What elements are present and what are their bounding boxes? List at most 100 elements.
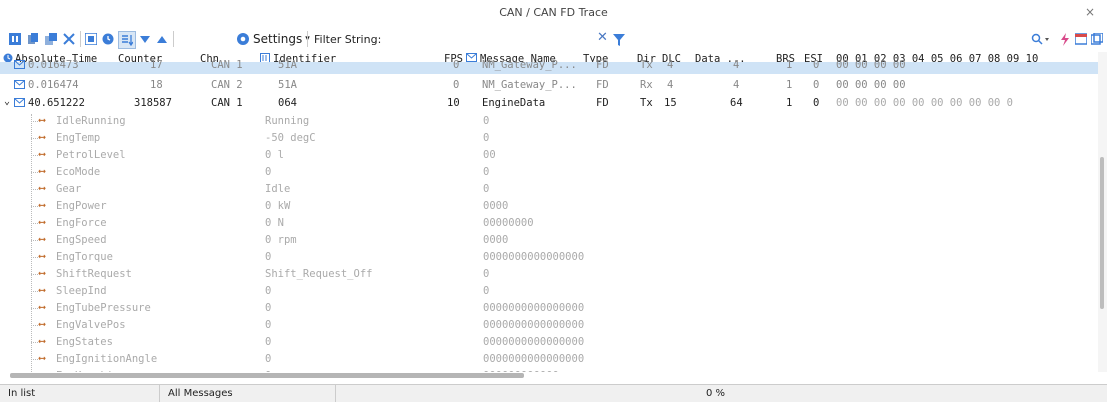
chevron-down-icon[interactable]: ⌄ (4, 96, 10, 107)
signal-row[interactable]: ⟷ IdleRunning Running 0 (0, 112, 1107, 130)
signal-row[interactable]: ⟷ Gear Idle 0 (0, 180, 1107, 198)
signal-icon: ⟷ (39, 251, 46, 262)
signal-name: EngSpeed (56, 234, 107, 246)
signal-name: EcoMode (56, 166, 101, 178)
signal-icon: ⟷ (39, 217, 46, 228)
tree-branch (31, 240, 38, 241)
filter-down-icon[interactable] (138, 31, 152, 47)
signal-row[interactable]: ⟷ ShiftRequest Shift_Request_Off 0 (0, 265, 1107, 283)
signal-name: EngTorque (56, 251, 113, 263)
search-icon[interactable] (1030, 31, 1052, 47)
signal-row[interactable]: ⟷ SleepInd 0 0 (0, 282, 1107, 300)
vertical-scrollbar[interactable] (1098, 52, 1107, 372)
row-dir: Tx (640, 97, 653, 109)
signal-row[interactable]: ⟷ EngTorque 0 0000000000000000 (0, 248, 1107, 266)
arrow-up-icon[interactable] (155, 31, 169, 47)
signal-row[interactable]: ⟷ EngForce 0 N 00000000 (0, 214, 1107, 232)
row-data-length: 4 (733, 79, 740, 91)
signal-physical-value: 0 (265, 251, 272, 263)
trace-row[interactable]: 0.016473 17 CAN 1 51A 0 NM_Gateway_P... … (0, 59, 1107, 74)
funnel-icon[interactable] (613, 32, 625, 51)
filter-string-input[interactable] (392, 29, 591, 49)
signal-row[interactable]: ⟷ EngIgnitionAngle 0 0000000000000000 (0, 350, 1107, 368)
trace-row[interactable]: 0.016474 18 CAN 2 51A 0 NM_Gateway_P... … (0, 76, 1107, 94)
signal-physical-value: Idle (265, 183, 291, 195)
row-channel: CAN 2 (211, 79, 243, 91)
pause-icon[interactable] (8, 31, 22, 47)
tree-branch (31, 155, 38, 156)
vertical-scroll-thumb[interactable] (1100, 157, 1104, 309)
row-data-bytes: 00 00 00 00 (836, 59, 906, 71)
status-bus-load: 0 % (706, 388, 726, 399)
settings-button[interactable]: Settings ▾ (236, 32, 310, 46)
chronological-view-icon[interactable] (84, 31, 98, 47)
row-brs: 1 (786, 97, 793, 109)
signal-row[interactable]: ⟷ EngStates 0 0000000000000000 (0, 333, 1107, 351)
gear-icon (237, 33, 249, 45)
export-icon[interactable] (44, 31, 58, 47)
message-icon (14, 80, 25, 92)
signal-raw-value: 0000000000000000 (483, 319, 585, 331)
copy-icon[interactable] (26, 31, 40, 47)
horizontal-scroll-thumb[interactable] (10, 373, 524, 378)
signal-raw-value: 0 (483, 268, 490, 280)
signal-icon: ⟷ (39, 234, 46, 245)
signal-raw-value: 0 (483, 285, 490, 297)
row-dlc: 4 (667, 59, 674, 71)
row-counter: 318587 (134, 97, 172, 109)
row-type: FD (596, 97, 609, 109)
signal-raw-value: 00 (483, 149, 496, 161)
signal-row[interactable]: ⟷ PetrolLevel 0 l 00 (0, 146, 1107, 164)
settings-label: Settings (253, 32, 303, 46)
signal-name: EngTubePressure (56, 302, 151, 314)
row-dir: Tx (640, 59, 653, 71)
signal-icon: ⟷ (39, 268, 46, 279)
tree-branch (31, 121, 38, 122)
trace-row-expanded[interactable]: ⌄ 40.651222 318587 CAN 1 064 10 EngineDa… (0, 94, 1107, 112)
window-layout-icon[interactable] (1074, 31, 1088, 47)
signal-row[interactable]: ⟷ EngPower 0 kW 0000 (0, 197, 1107, 215)
clear-filter-icon[interactable]: ✕ (597, 30, 608, 45)
row-message-name: EngineData (482, 97, 546, 109)
signal-name: EngPower (56, 200, 107, 212)
row-channel: CAN 1 (211, 59, 243, 71)
tree-branch (31, 223, 38, 224)
signal-name: SleepInd (56, 285, 107, 297)
signal-raw-value: 0000000000000000 (483, 302, 585, 314)
signal-name: EngForce (56, 217, 107, 229)
signal-physical-value: -50 degC (265, 132, 316, 144)
tree-branch (31, 291, 38, 292)
signal-raw-value: 0 (483, 132, 490, 144)
horizontal-scrollbar[interactable] (0, 372, 1107, 380)
tree-branch (31, 172, 38, 173)
row-type: FD (596, 79, 609, 91)
signal-row[interactable]: ⟷ EngTemp -50 degC 0 (0, 129, 1107, 147)
signal-icon: ⟷ (39, 285, 46, 296)
tree-branch (31, 189, 38, 190)
row-brs: 1 (786, 79, 793, 91)
signal-icon: ⟷ (39, 336, 46, 347)
signal-physical-value: 0 (265, 166, 272, 178)
signal-physical-value: 0 (265, 319, 272, 331)
close-icon[interactable]: × (1085, 5, 1095, 19)
clear-icon[interactable] (62, 31, 76, 47)
trace-grid[interactable]: Absolute Time Counter Chn Identifier FPS… (0, 52, 1107, 372)
message-icon (14, 60, 25, 72)
status-filter: All Messages (160, 385, 336, 402)
signal-raw-value: 0000000000000000 (483, 353, 585, 365)
signal-row[interactable]: ⟷ EngSpeed 0 rpm 0000 (0, 231, 1107, 249)
signal-name: PetrolLevel (56, 149, 126, 161)
row-dlc: 15 (664, 97, 677, 109)
signal-row[interactable]: ⟷ EngValvePos 0 0000000000000000 (0, 316, 1107, 334)
signal-raw-value: 0 (483, 115, 490, 127)
row-message-name: NM_Gateway_P... (482, 59, 577, 71)
signal-row[interactable]: ⟷ EcoMode 0 0 (0, 163, 1107, 181)
time-icon[interactable] (101, 31, 115, 47)
lightning-icon[interactable] (1058, 31, 1072, 47)
signal-raw-value: 0000 (483, 234, 509, 246)
status-bar: In list All Messages 0 % (0, 384, 1107, 402)
signal-physical-value: 0 (265, 336, 272, 348)
copy-window-icon[interactable] (1090, 31, 1104, 47)
scroll-mode-icon[interactable] (118, 31, 136, 49)
signal-row[interactable]: ⟷ EngTubePressure 0 0000000000000000 (0, 299, 1107, 317)
